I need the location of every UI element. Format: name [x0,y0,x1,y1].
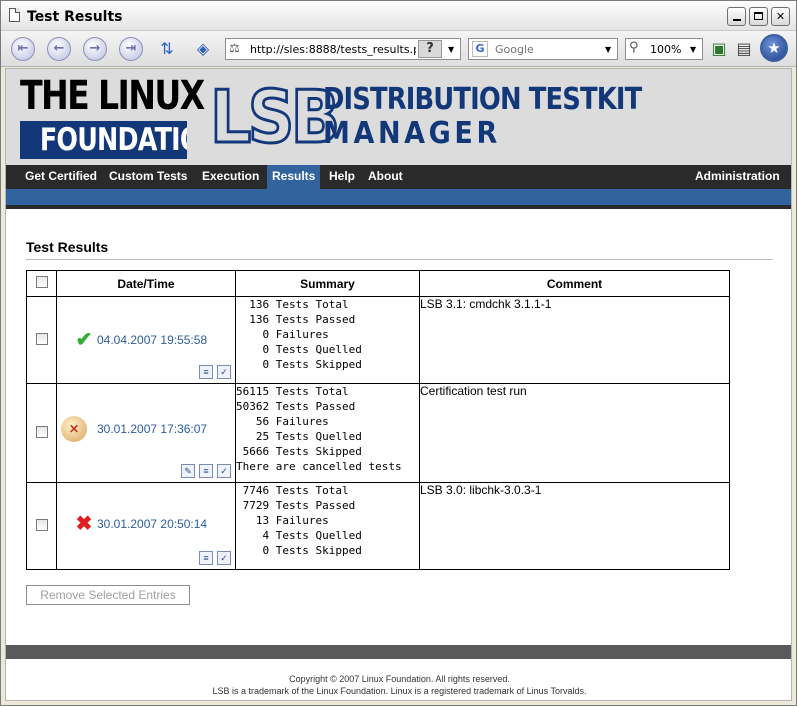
header-comment: Comment [419,270,730,297]
table-header-row: Date/Time Summary Comment [26,270,730,297]
comment-cell: LSB 3.0: libchk-3.0.3-1 [419,482,730,570]
header-summary: Summary [235,270,420,297]
close-button[interactable]: ✕ [771,7,790,26]
maximize-icon [754,12,763,20]
search-dropdown-icon[interactable]: ▼ [605,45,611,54]
row-select-cell [26,296,57,384]
menu-item-about[interactable]: About [363,165,408,189]
footer: Copyright © 2007 Linux Foundation. All r… [6,673,791,697]
table-row: ✕ 30.01.2007 17:36:07 ✎ ≡ ✓ 56115 Tests To… [26,383,730,483]
menu-item-get-certified[interactable]: Get Certified [20,165,102,189]
product-title-line1: DISTRIBUTION TESTKIT [323,82,642,117]
menu-item-execution[interactable]: Execution [197,165,264,189]
header-datetime: Date/Time [56,270,236,297]
menu-item-custom-tests[interactable]: Custom Tests [104,165,192,189]
datetime-cell: ✔ 04.04.2007 19:55:58 ≡ ✓ [56,296,236,384]
report-icon[interactable]: ≡ [199,365,213,379]
minimize-button[interactable] [727,7,746,26]
help-button[interactable]: ? [418,40,442,58]
logo-text-line2: FOUNDATION [20,121,187,159]
back-button[interactable]: ← [47,37,71,61]
menu-divider [6,205,791,209]
zoom-control[interactable]: ⚲ 100% ▼ [625,38,703,60]
window-title: Test Results [27,9,123,25]
table-row: ✖ 30.01.2007 20:50:14 ≡ ✓ 7746 Tests Tota… [26,482,730,570]
site-header: THE LINUX FOUNDATION LSB DISTRIBUTION TE… [6,69,791,165]
first-page-button[interactable]: ⇤ [11,37,35,61]
lsb-logo: LSB [209,75,342,159]
document-icon [9,8,20,22]
verify-icon[interactable]: ✓ [217,551,231,565]
select-all-checkbox[interactable] [35,276,48,288]
summary-cell: 136 Tests Total 136 Tests Passed 0 Failu… [235,296,420,384]
certify-icon[interactable]: ✎ [181,464,195,478]
product-title-line2: MANAGER [323,116,501,151]
url-dropdown-icon[interactable]: ▼ [448,45,454,54]
row-checkbox[interactable] [35,518,48,531]
search-input[interactable] [493,40,603,58]
page-icon[interactable]: ▤ [734,39,754,59]
page-title: Test Results [26,239,109,255]
verify-icon[interactable]: ✓ [217,365,231,379]
comment-cell: LSB 3.1: cmdchk 3.1.1-1 [419,296,730,384]
report-icon[interactable]: ≡ [199,551,213,565]
copyright-text: Copyright © 2007 Linux Foundation. All r… [289,674,510,684]
table-row: ✔ 04.04.2007 19:55:58 ≡ ✓ 136 Tests Total… [26,296,730,384]
trademark-text: LSB is a trademark of the Linux Foundati… [212,686,587,696]
select-all-header [26,270,57,297]
row-actions: ✎ ≡ ✓ [177,463,231,478]
verify-icon[interactable]: ✓ [217,464,231,478]
zoom-dropdown-icon[interactable]: ▼ [690,45,696,54]
forward-button[interactable]: → [83,37,107,61]
row-checkbox[interactable] [35,332,48,345]
cancelled-icon: ✕ [61,416,87,442]
google-icon: G [472,41,488,57]
title-bar: Test Results ✕ [1,1,796,31]
results-table: Date/Time Summary Comment ✔ 04.04.2007 1… [26,270,730,570]
remove-selected-button[interactable]: Remove Selected Entries [26,585,190,605]
datetime-cell: ✕ 30.01.2007 17:36:07 ✎ ≡ ✓ [56,383,236,483]
url-input[interactable] [248,40,418,58]
last-page-button[interactable]: ⇥ [119,37,143,61]
summary-cell: 56115 Tests Total 50362 Tests Passed 56 … [235,383,420,483]
image-icon[interactable]: ▣ [709,39,729,59]
reload-icon[interactable]: ⇅ [157,39,177,59]
menu-item-help[interactable]: Help [324,165,360,189]
datetime-link[interactable]: 30.01.2007 20:50:14 [97,517,207,531]
row-actions: ≡ ✓ [195,550,231,565]
menu-item-results[interactable]: Results [267,165,321,189]
summary-cell: 7746 Tests Total 7729 Tests Passed 13 Fa… [235,482,420,570]
datetime-link[interactable]: 04.04.2007 19:55:58 [97,333,207,347]
main-menu: Get Certified Custom Tests Execution Res… [6,165,791,189]
site-identity-icon: ⚖ [229,41,240,55]
zoom-level: 100% [650,43,682,56]
row-select-cell [26,482,57,570]
maximize-button[interactable] [749,7,768,26]
magnifier-icon: ⚲ [629,40,639,55]
comment-cell: Certification test run [419,383,730,483]
search-box[interactable]: G ▼ [468,38,618,60]
page-viewport: THE LINUX FOUNDATION LSB DISTRIBUTION TE… [5,68,792,701]
browser-toolbar: ⇤ ← → ⇥ ⇅ ◈ ⚖ ? ▼ G ▼ ⚲ 100% ▼ ▣ ▤ ★ [1,31,796,67]
datetime-cell: ✖ 30.01.2007 20:50:14 ≡ ✓ [56,482,236,570]
datetime-link[interactable]: 30.01.2007 17:36:07 [97,422,207,436]
check-icon: ✔ [75,329,93,351]
menu-item-administration[interactable]: Administration [690,165,785,189]
title-rule [26,259,773,260]
footer-bar [6,645,791,659]
menu-accent-bar [6,189,791,205]
bookmark-tag-icon[interactable]: ◈ [193,39,213,59]
logo-text-line1: THE LINUX [20,73,205,119]
address-bar[interactable]: ⚖ ? ▼ [225,38,461,60]
row-checkbox[interactable] [35,425,48,438]
favorites-star-icon[interactable]: ★ [760,34,788,62]
cross-icon: ✖ [75,513,93,535]
row-actions: ≡ ✓ [195,364,231,379]
minimize-icon [732,19,741,21]
row-select-cell [26,383,57,483]
report-icon[interactable]: ≡ [199,464,213,478]
browser-window: Test Results ✕ ⇤ ← → ⇥ ⇅ ◈ ⚖ ? ▼ G ▼ ⚲ 1… [0,0,797,706]
